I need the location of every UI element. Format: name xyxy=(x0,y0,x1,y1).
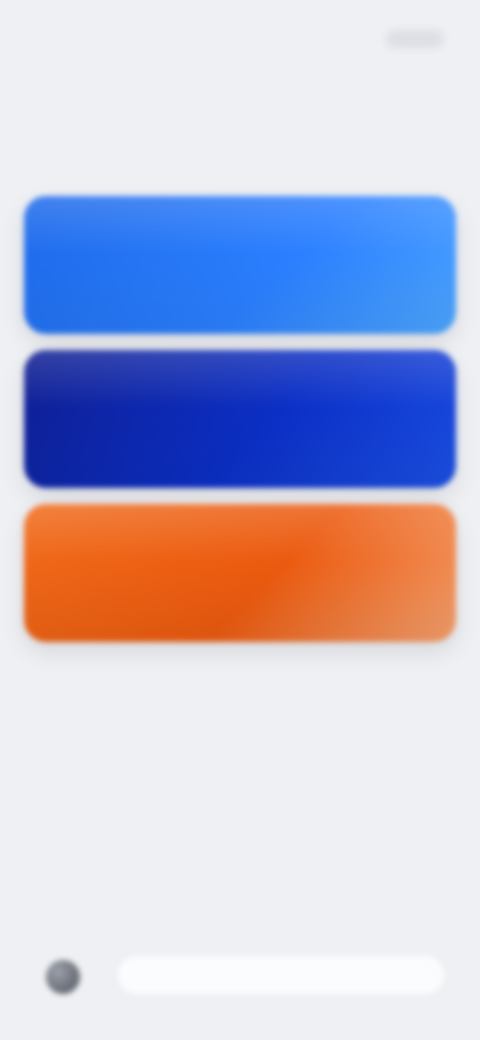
card-item[interactable] xyxy=(24,350,456,488)
top-header xyxy=(24,16,456,112)
card-item[interactable] xyxy=(24,196,456,334)
card-item[interactable] xyxy=(24,504,456,642)
search-input[interactable] xyxy=(118,956,444,994)
avatar-icon[interactable] xyxy=(46,960,80,994)
card-stack xyxy=(24,196,456,646)
header-action-button[interactable] xyxy=(386,30,444,48)
app-screen xyxy=(0,0,480,1040)
bottom-input-bar xyxy=(36,948,444,1000)
